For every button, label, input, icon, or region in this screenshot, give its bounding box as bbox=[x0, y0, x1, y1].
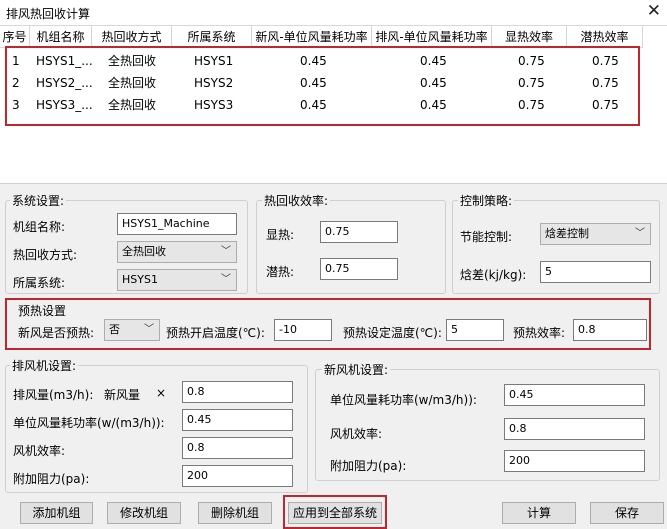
fresh-power-label: 单位风量耗功率(w/m3/h)): bbox=[330, 393, 477, 407]
rows-highlight-box bbox=[5, 46, 640, 126]
system-select[interactable]: HSYS1 ﹀ bbox=[117, 269, 237, 291]
preheat-enable-select[interactable]: 否 ﹀ bbox=[104, 319, 160, 341]
preheat-start-temp-input[interactable]: -10 bbox=[274, 319, 332, 341]
column-header-mode[interactable]: 热回收方式 bbox=[92, 26, 172, 48]
control-title: 控制策略: bbox=[458, 192, 515, 209]
fresh-fan-eff-input[interactable]: 0.8 bbox=[504, 418, 645, 440]
sensible-input[interactable]: 0.75 bbox=[320, 221, 398, 243]
delete-unit-button[interactable]: 删除机组 bbox=[198, 502, 272, 524]
column-header-exhaust-power[interactable]: 排风-单位风量耗功率 bbox=[372, 26, 492, 48]
recovery-mode-label: 热回收方式: bbox=[13, 248, 78, 262]
column-header-system[interactable]: 所属系统 bbox=[172, 26, 252, 48]
chevron-down-icon: ﹀ bbox=[221, 274, 231, 285]
window-title: 排风热回收计算 bbox=[6, 7, 91, 21]
energy-control-value: 焓差控制 bbox=[545, 227, 589, 240]
close-icon[interactable]: ✕ bbox=[647, 1, 661, 21]
exhaust-airflow-factor-input[interactable]: 0.8 bbox=[182, 381, 293, 403]
latent-label: 潜热: bbox=[266, 265, 295, 279]
multiply-sign: × bbox=[156, 386, 167, 400]
fresh-fan-eff-label: 风机效率: bbox=[330, 427, 383, 441]
system-settings-title: 系统设置: bbox=[10, 192, 67, 209]
column-header-index[interactable]: 序号 bbox=[0, 26, 30, 48]
recovery-mode-select[interactable]: 全热回收 ﹀ bbox=[117, 241, 237, 263]
sensible-label: 显热: bbox=[266, 228, 295, 242]
enthalpy-input[interactable]: 5 bbox=[540, 261, 651, 283]
exhaust-power-label: 单位风量耗功率(w/(m3/h)): bbox=[13, 416, 165, 430]
unit-name-input[interactable]: HSYS1_Machine bbox=[117, 213, 237, 235]
column-header-name[interactable]: 机组名称 bbox=[30, 26, 92, 48]
system-value: HSYS1 bbox=[122, 273, 158, 286]
fresh-resistance-input[interactable]: 200 bbox=[504, 450, 645, 472]
chevron-down-icon: ﹀ bbox=[144, 324, 154, 335]
exhaust-resistance-input[interactable]: 200 bbox=[182, 465, 293, 487]
preheat-start-temp-label: 预热开启温度(℃): bbox=[166, 326, 265, 340]
enthalpy-label: 焓差(kj/kg): bbox=[460, 268, 527, 282]
fresh-fan-title: 新风机设置: bbox=[322, 361, 391, 378]
recovery-mode-value: 全热回收 bbox=[122, 245, 166, 258]
column-header-fresh-power[interactable]: 新风-单位风量耗功率 bbox=[252, 26, 372, 48]
exhaust-fan-eff-input[interactable]: 0.8 bbox=[182, 437, 293, 459]
column-header-latent[interactable]: 潜热效率 bbox=[567, 26, 643, 48]
window-titlebar: 排风热回收计算 bbox=[0, 0, 667, 26]
exhaust-fan-title: 排风机设置: bbox=[10, 357, 79, 374]
exhaust-resistance-label: 附加阻力(pa): bbox=[13, 472, 90, 486]
preheat-set-temp-label: 预热设定温度(℃): bbox=[343, 326, 442, 340]
preheat-title: 预热设置 bbox=[18, 304, 67, 318]
add-unit-button[interactable]: 添加机组 bbox=[20, 502, 93, 524]
modify-unit-button[interactable]: 修改机组 bbox=[107, 502, 181, 524]
exhaust-power-input[interactable]: 0.45 bbox=[182, 409, 293, 431]
chevron-down-icon: ﹀ bbox=[635, 228, 645, 239]
system-label: 所属系统: bbox=[13, 276, 66, 290]
exhaust-airflow-ref: 新风量 bbox=[104, 388, 141, 402]
preheat-enable-value: 否 bbox=[109, 323, 120, 336]
fresh-power-input[interactable]: 0.45 bbox=[504, 384, 645, 406]
preheat-set-temp-input[interactable]: 5 bbox=[446, 319, 504, 341]
fresh-resistance-label: 附加阻力(pa): bbox=[330, 459, 407, 473]
calculate-button[interactable]: 计算 bbox=[502, 502, 576, 524]
exhaust-fan-eff-label: 风机效率: bbox=[13, 444, 66, 458]
preheat-enable-label: 新风是否预热: bbox=[18, 326, 95, 340]
preheat-efficiency-input[interactable]: 0.8 bbox=[573, 319, 647, 341]
save-button[interactable]: 保存 bbox=[590, 502, 664, 524]
column-header-sensible[interactable]: 显热效率 bbox=[492, 26, 567, 48]
energy-control-label: 节能控制: bbox=[460, 230, 513, 244]
apply-all-highlight-box bbox=[283, 495, 387, 529]
exhaust-airflow-label: 排风量(m3/h): bbox=[13, 388, 94, 402]
chevron-down-icon: ﹀ bbox=[221, 246, 231, 257]
energy-control-select[interactable]: 焓差控制 ﹀ bbox=[540, 223, 651, 245]
efficiency-title: 热回收效率: bbox=[262, 192, 331, 209]
preheat-efficiency-label: 预热效率: bbox=[513, 326, 566, 340]
unit-name-label: 机组名称: bbox=[13, 220, 66, 234]
latent-input[interactable]: 0.75 bbox=[320, 258, 398, 280]
